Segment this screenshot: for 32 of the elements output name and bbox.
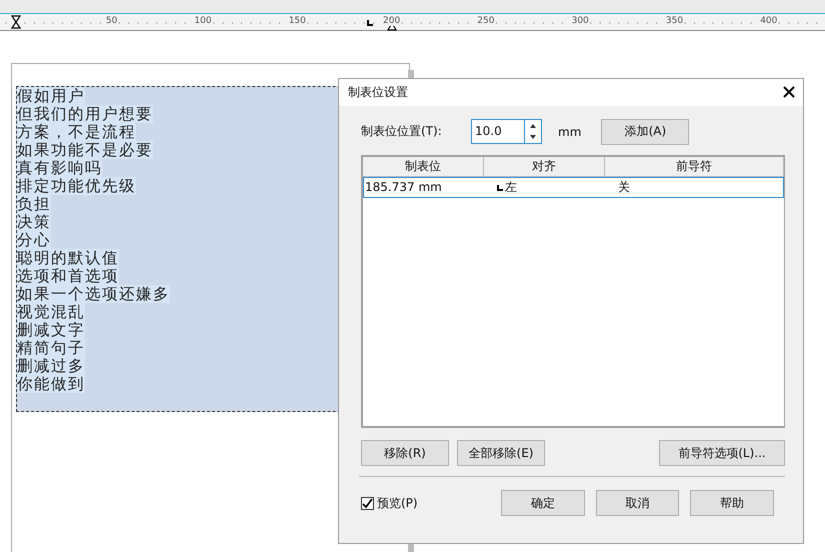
column-header[interactable]: 对齐: [484, 157, 605, 177]
ruler-label: 50: [104, 16, 118, 26]
close-icon[interactable]: [783, 86, 795, 98]
dialog-button[interactable]: 前导符选项(L)...: [659, 440, 785, 466]
ruler-label: 300: [570, 16, 590, 26]
ruler-label: 250: [476, 16, 496, 26]
table-cell: 左: [505, 179, 517, 196]
dialog-button[interactable]: 确定: [501, 490, 585, 516]
column-header[interactable]: 前导符: [605, 157, 784, 177]
left-tab-icon: [497, 184, 503, 190]
ruler-label: 350: [664, 16, 684, 26]
preview-checkbox[interactable]: [361, 496, 374, 510]
preview-label[interactable]: 预览(P): [377, 494, 418, 512]
dialog-button[interactable]: 全部移除(E): [457, 440, 545, 466]
add-button[interactable]: 添加(A): [601, 118, 690, 144]
ruler-label: 400: [759, 16, 778, 26]
tab-stop-icon[interactable]: [367, 20, 373, 26]
ruler-label: 100: [193, 16, 213, 26]
dialog-title: 制表位设置: [348, 84, 408, 101]
unit-label: mm: [558, 124, 582, 138]
ruler-label: 150: [288, 16, 307, 26]
table-cell: 关: [618, 179, 630, 196]
column-header[interactable]: 制表位: [363, 157, 484, 177]
down-arrow-icon[interactable]: [530, 135, 536, 140]
up-arrow-icon[interactable]: [530, 124, 536, 128]
margin-marker-icon[interactable]: [11, 15, 21, 29]
dialog-button[interactable]: 取消: [596, 490, 680, 516]
dialog-button[interactable]: 移除(R): [361, 440, 449, 466]
position-spinbox[interactable]: 10.0: [471, 119, 542, 144]
dialog-button[interactable]: 帮助: [690, 490, 774, 516]
table-row[interactable]: 185.737 mm 左 关: [363, 177, 784, 198]
ruler-label: 200: [382, 16, 402, 26]
